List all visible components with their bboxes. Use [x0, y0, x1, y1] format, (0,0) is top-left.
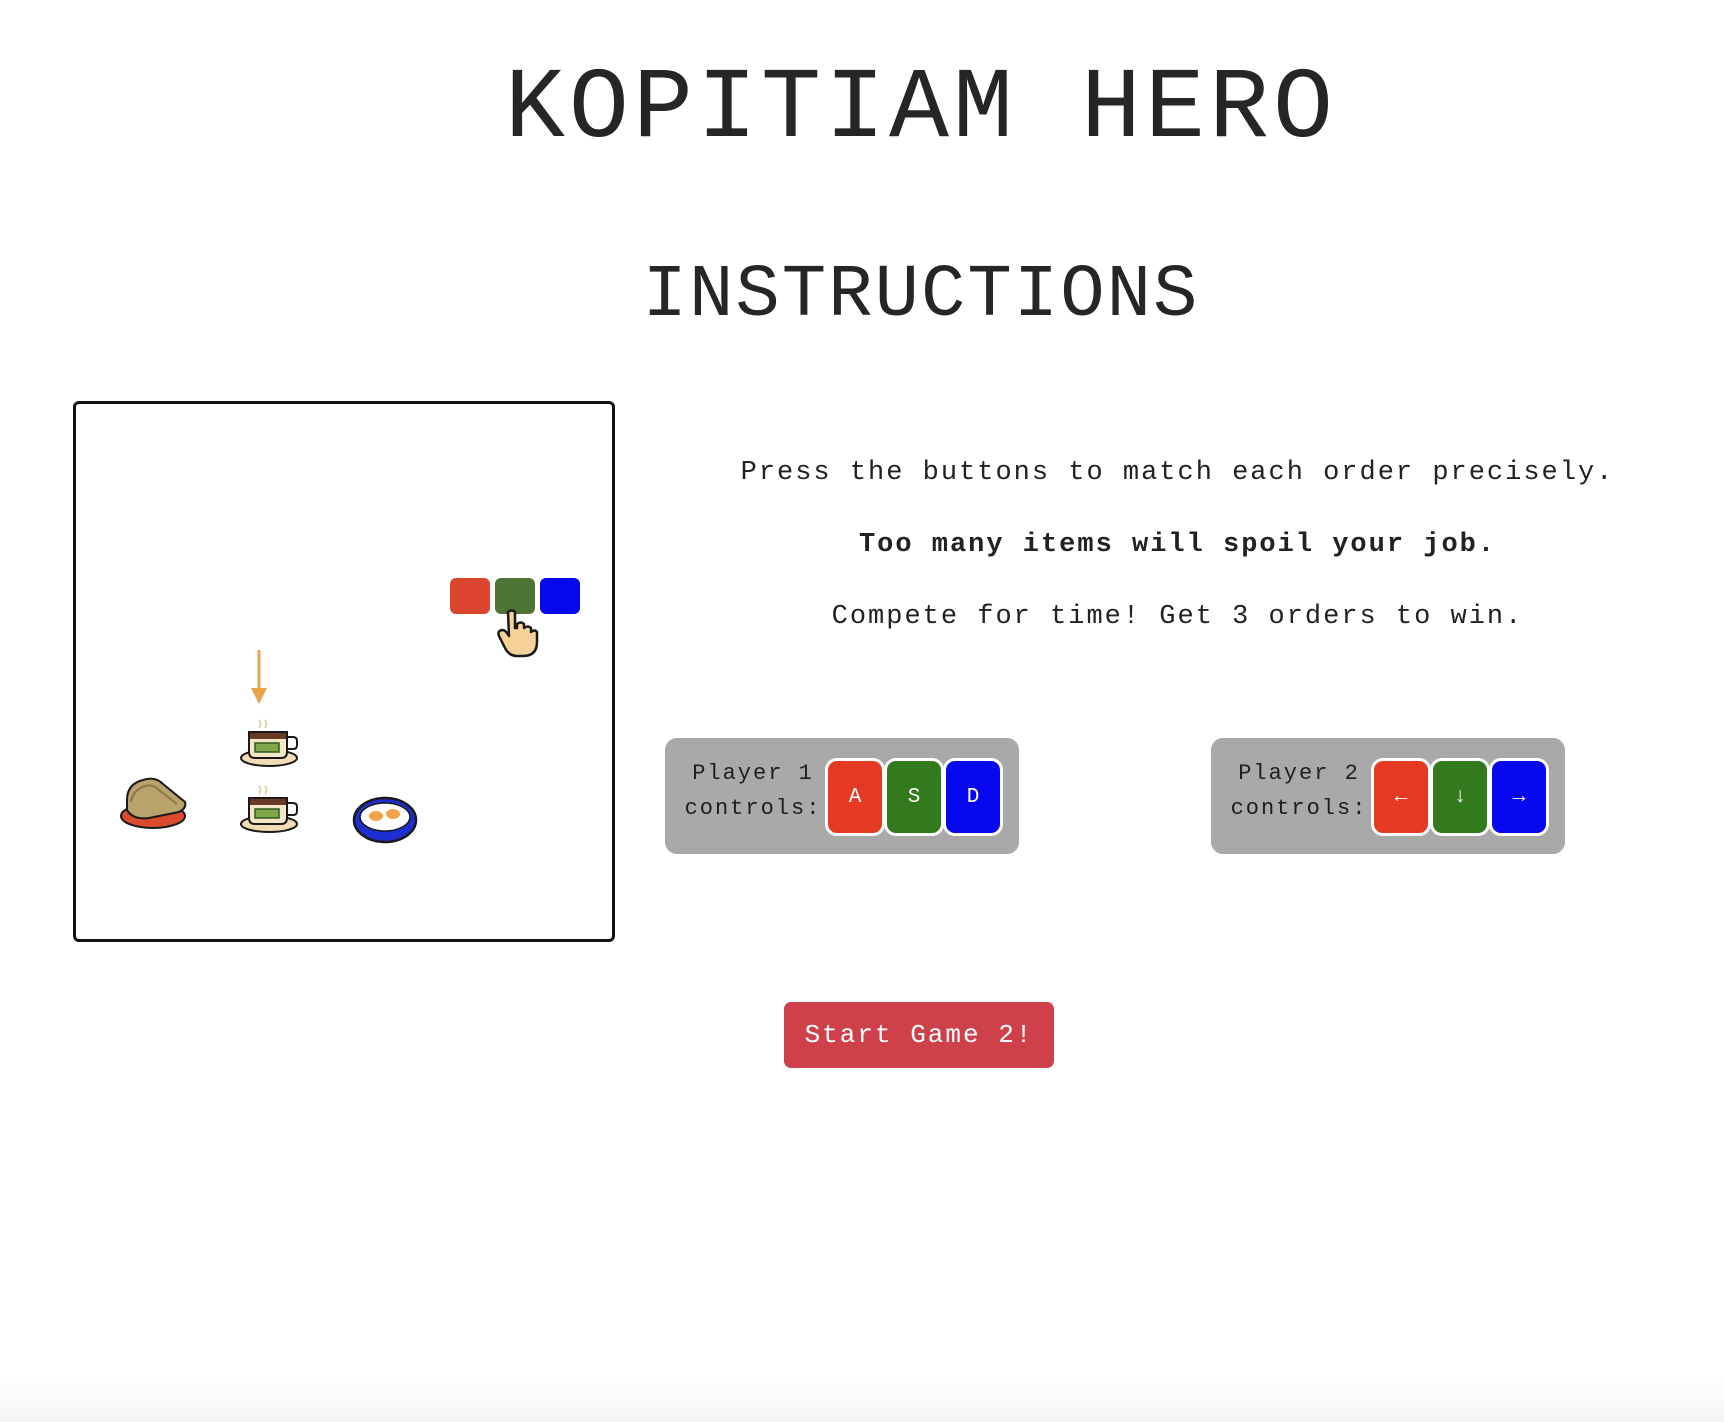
page-title: KOPITIAM HERO — [504, 54, 1338, 167]
player2-label-controls: controls: — [1230, 796, 1368, 821]
instructions-heading: INSTRUCTIONS — [642, 254, 1200, 338]
demo-red-button — [450, 578, 490, 614]
player2-key-right-arrow[interactable]: → — [1489, 758, 1549, 836]
player2-key-down-arrow[interactable]: ↓ — [1430, 758, 1490, 836]
player1-label-controls: controls: — [684, 796, 822, 821]
player1-controls-label: Player 1 controls: — [683, 756, 823, 826]
player2-controls-panel: Player 2 controls: ← ↓ → — [1211, 738, 1565, 854]
player2-key-left-arrow[interactable]: ← — [1371, 758, 1431, 836]
demo-blue-button — [540, 578, 580, 614]
demo-green-button — [495, 578, 535, 614]
player1-controls-panel: Player 1 controls: A S D — [665, 738, 1019, 854]
instruction-line-2: Too many items will spoil your job. — [858, 530, 1497, 560]
kopi-cup-icon — [240, 785, 298, 833]
player1-key-s[interactable]: S — [884, 758, 944, 836]
hand-pointer-icon — [497, 609, 539, 658]
instruction-line-1: Press the buttons to match each order pr… — [740, 458, 1615, 488]
player2-label-name: Player 2 — [1238, 761, 1360, 786]
gameplay-demo-illustration — [120, 578, 580, 844]
kopi-cup-icon — [240, 719, 298, 767]
gameplay-demo-box — [73, 401, 615, 942]
eggs-bowl-icon — [352, 796, 418, 844]
player1-key-a[interactable]: A — [825, 758, 885, 836]
instruction-line-3: Compete for time! Get 3 orders to win. — [831, 602, 1524, 632]
start-game-button[interactable]: Start Game 2! — [784, 1002, 1054, 1068]
page-bottom-edge — [0, 1376, 1724, 1422]
player1-label-name: Player 1 — [692, 761, 814, 786]
toast-icon — [120, 777, 187, 829]
player1-key-d[interactable]: D — [943, 758, 1003, 836]
arrow-down-icon — [251, 650, 267, 704]
player2-controls-label: Player 2 controls: — [1229, 756, 1369, 826]
